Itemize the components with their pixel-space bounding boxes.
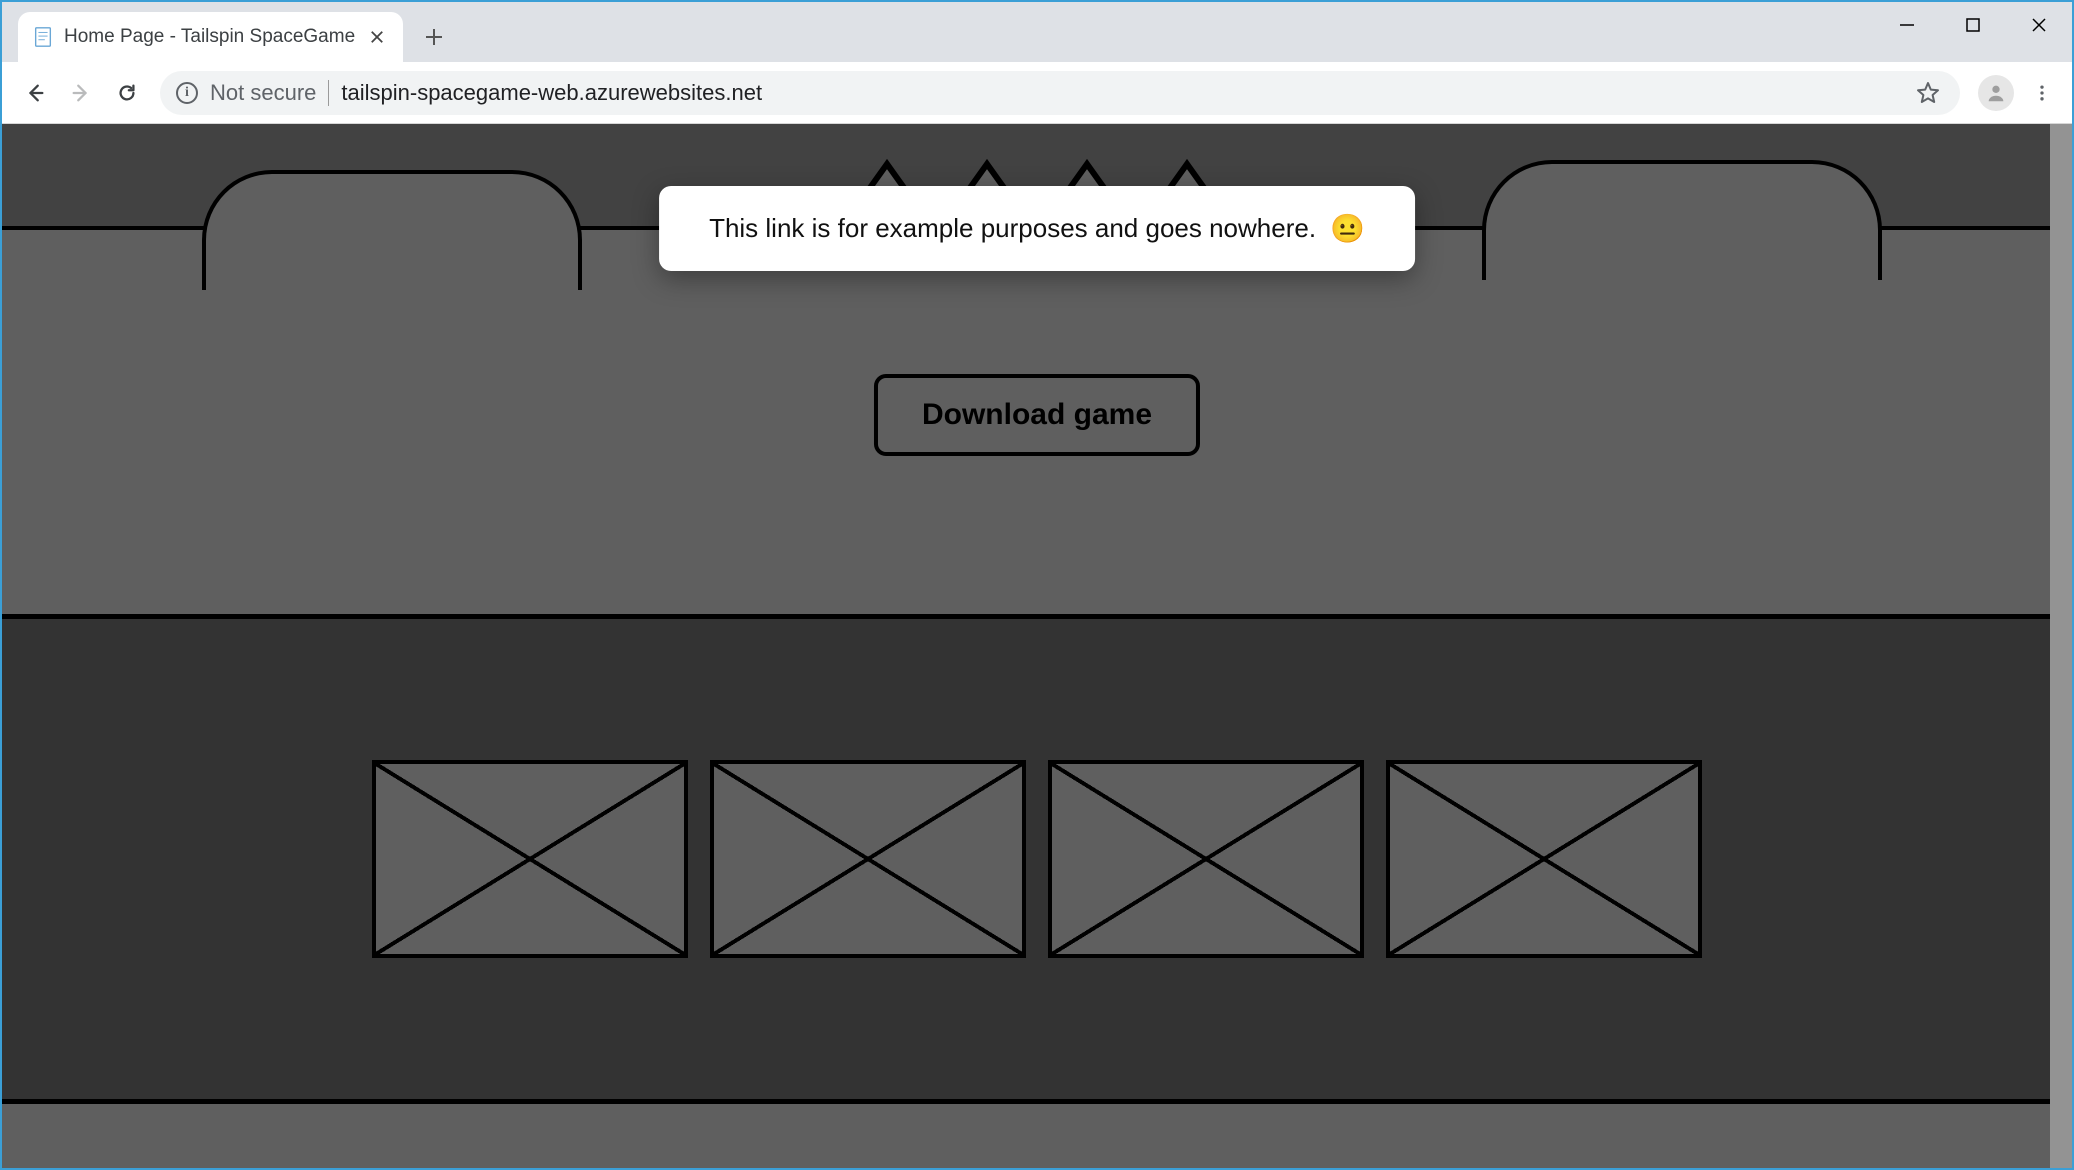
bookmark-star-icon[interactable] — [1912, 77, 1944, 109]
browser-menu-button[interactable] — [2024, 75, 2060, 111]
profile-avatar[interactable] — [1978, 75, 2014, 111]
window-controls — [1874, 2, 2072, 48]
window-maximize-button[interactable] — [1940, 2, 2006, 48]
address-bar[interactable]: i Not secure tailspin-spacegame-web.azur… — [160, 71, 1960, 115]
tab-title: Home Page - Tailspin SpaceGame — [64, 26, 355, 48]
window-close-button[interactable] — [2006, 2, 2072, 48]
url-text: tailspin-spacegame-web.azurewebsites.net — [341, 80, 1900, 106]
browser-window: Home Page - Tailspin SpaceGame — [0, 0, 2074, 1170]
notice-text: This link is for example purposes and go… — [709, 213, 1316, 244]
tab-close-button[interactable] — [365, 25, 389, 49]
browser-tab[interactable]: Home Page - Tailspin SpaceGame — [18, 12, 403, 62]
titlebar: Home Page - Tailspin SpaceGame — [2, 2, 2072, 62]
reload-button[interactable] — [106, 72, 148, 114]
neutral-face-icon: 😐 — [1330, 212, 1365, 245]
favicon-icon — [32, 26, 54, 48]
modal-backdrop[interactable] — [2, 124, 2072, 1168]
security-label: Not secure — [210, 80, 316, 106]
site-info-icon[interactable]: i — [176, 82, 198, 104]
notice-toast: This link is for example purposes and go… — [659, 186, 1415, 271]
window-minimize-button[interactable] — [1874, 2, 1940, 48]
new-tab-button[interactable] — [417, 20, 451, 54]
toolbar: i Not secure tailspin-spacegame-web.azur… — [2, 62, 2072, 124]
back-button[interactable] — [14, 72, 56, 114]
viewport: Download game This link is for example p… — [2, 124, 2072, 1168]
separator — [328, 80, 329, 106]
forward-button[interactable] — [60, 72, 102, 114]
